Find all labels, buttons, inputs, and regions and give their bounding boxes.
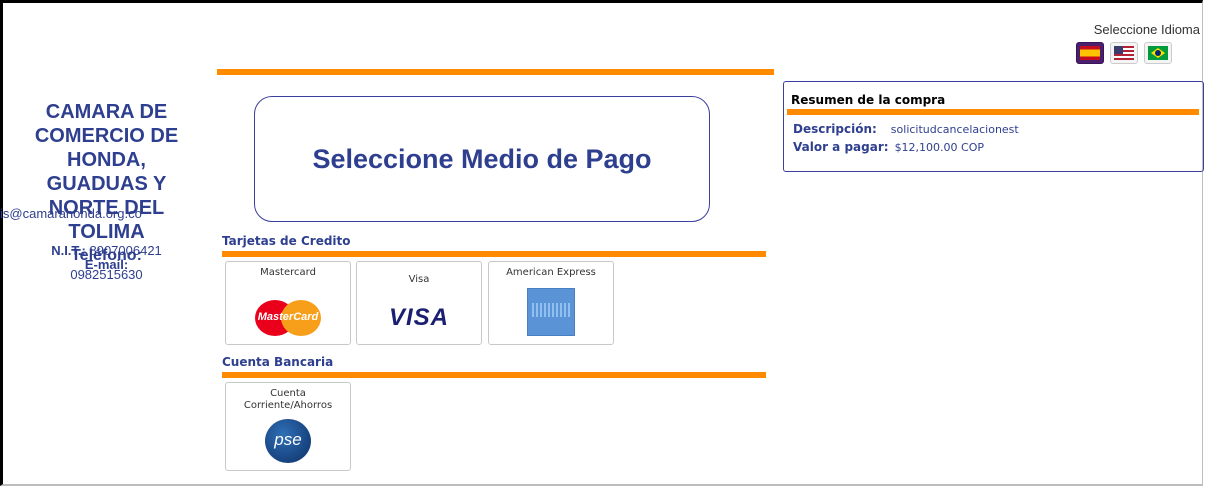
summary-description: Descripción: solicitudcancelacionest	[793, 122, 1019, 136]
brazil-flag-icon	[1148, 46, 1168, 60]
top-divider	[217, 69, 774, 75]
language-flags	[1076, 42, 1172, 64]
page-title: Seleccione Medio de Pago	[312, 143, 652, 174]
phone-value: 0982515630	[70, 267, 143, 282]
amex-logo-icon	[527, 288, 575, 336]
bank-account-divider	[222, 372, 766, 378]
language-english-button[interactable]	[1110, 42, 1138, 64]
pse-logo-icon: pse	[265, 419, 311, 463]
description-value: solicitudcancelacionest	[890, 123, 1019, 136]
company-name-line: CAMARA DE	[45, 101, 168, 123]
credit-cards-heading: Tarjetas de Credito	[222, 234, 351, 248]
mastercard-logo-text: MasterCard	[257, 311, 319, 323]
company-name: CAMARA DE COMERCIO DE HONDA, GUADUAS Y N…	[17, 100, 197, 244]
description-label: Descripción:	[793, 122, 877, 136]
bank-account-heading: Cuenta Bancaria	[222, 355, 334, 369]
company-email: is@camarahonda.org.co	[0, 206, 142, 221]
summary-divider	[787, 109, 1199, 115]
language-label: Seleccione Idioma	[1093, 22, 1200, 37]
company-name-line: TOLIMA	[68, 221, 145, 243]
phone-label: Teléfono:	[71, 247, 142, 264]
usa-flag-icon	[1114, 46, 1134, 60]
amex-label: American Express	[506, 267, 596, 278]
visa-label: Visa	[408, 274, 430, 285]
spain-flag-icon	[1080, 46, 1100, 60]
mastercard-option[interactable]: Mastercard MasterCard	[225, 261, 351, 345]
american-express-option[interactable]: American Express	[488, 261, 614, 345]
pse-label-line1: Cuenta	[270, 388, 306, 399]
pse-label-line2: Corriente/Ahorros	[243, 400, 333, 411]
company-name-line: COMERCIO DE	[34, 125, 179, 147]
credit-cards-divider	[222, 251, 766, 257]
amount-label: Valor a pagar:	[793, 140, 889, 154]
mastercard-label: Mastercard	[260, 267, 316, 278]
language-portuguese-button[interactable]	[1144, 42, 1172, 64]
company-name-line: GUADUAS Y	[46, 173, 167, 195]
amount-value: $12,100.00 COP	[894, 141, 985, 154]
summary-amount: Valor a pagar: $12,100.00 COP	[793, 140, 984, 154]
purchase-summary: Resumen de la compra Descripción: solicit…	[783, 81, 1204, 172]
visa-logo-icon: VISA	[388, 304, 450, 331]
page-title-box: Seleccione Medio de Pago	[254, 96, 710, 222]
summary-title: Resumen de la compra	[791, 93, 946, 107]
language-spanish-button[interactable]	[1076, 42, 1104, 64]
visa-option[interactable]: Visa VISA	[356, 261, 482, 345]
pse-label: Cuenta Corriente/Ahorros	[226, 388, 350, 412]
company-name-line: HONDA,	[67, 149, 146, 171]
pse-option[interactable]: Cuenta Corriente/Ahorros pse	[225, 382, 351, 471]
mastercard-logo-icon: MasterCard	[255, 300, 321, 336]
pse-logo-text: pse	[274, 430, 302, 449]
